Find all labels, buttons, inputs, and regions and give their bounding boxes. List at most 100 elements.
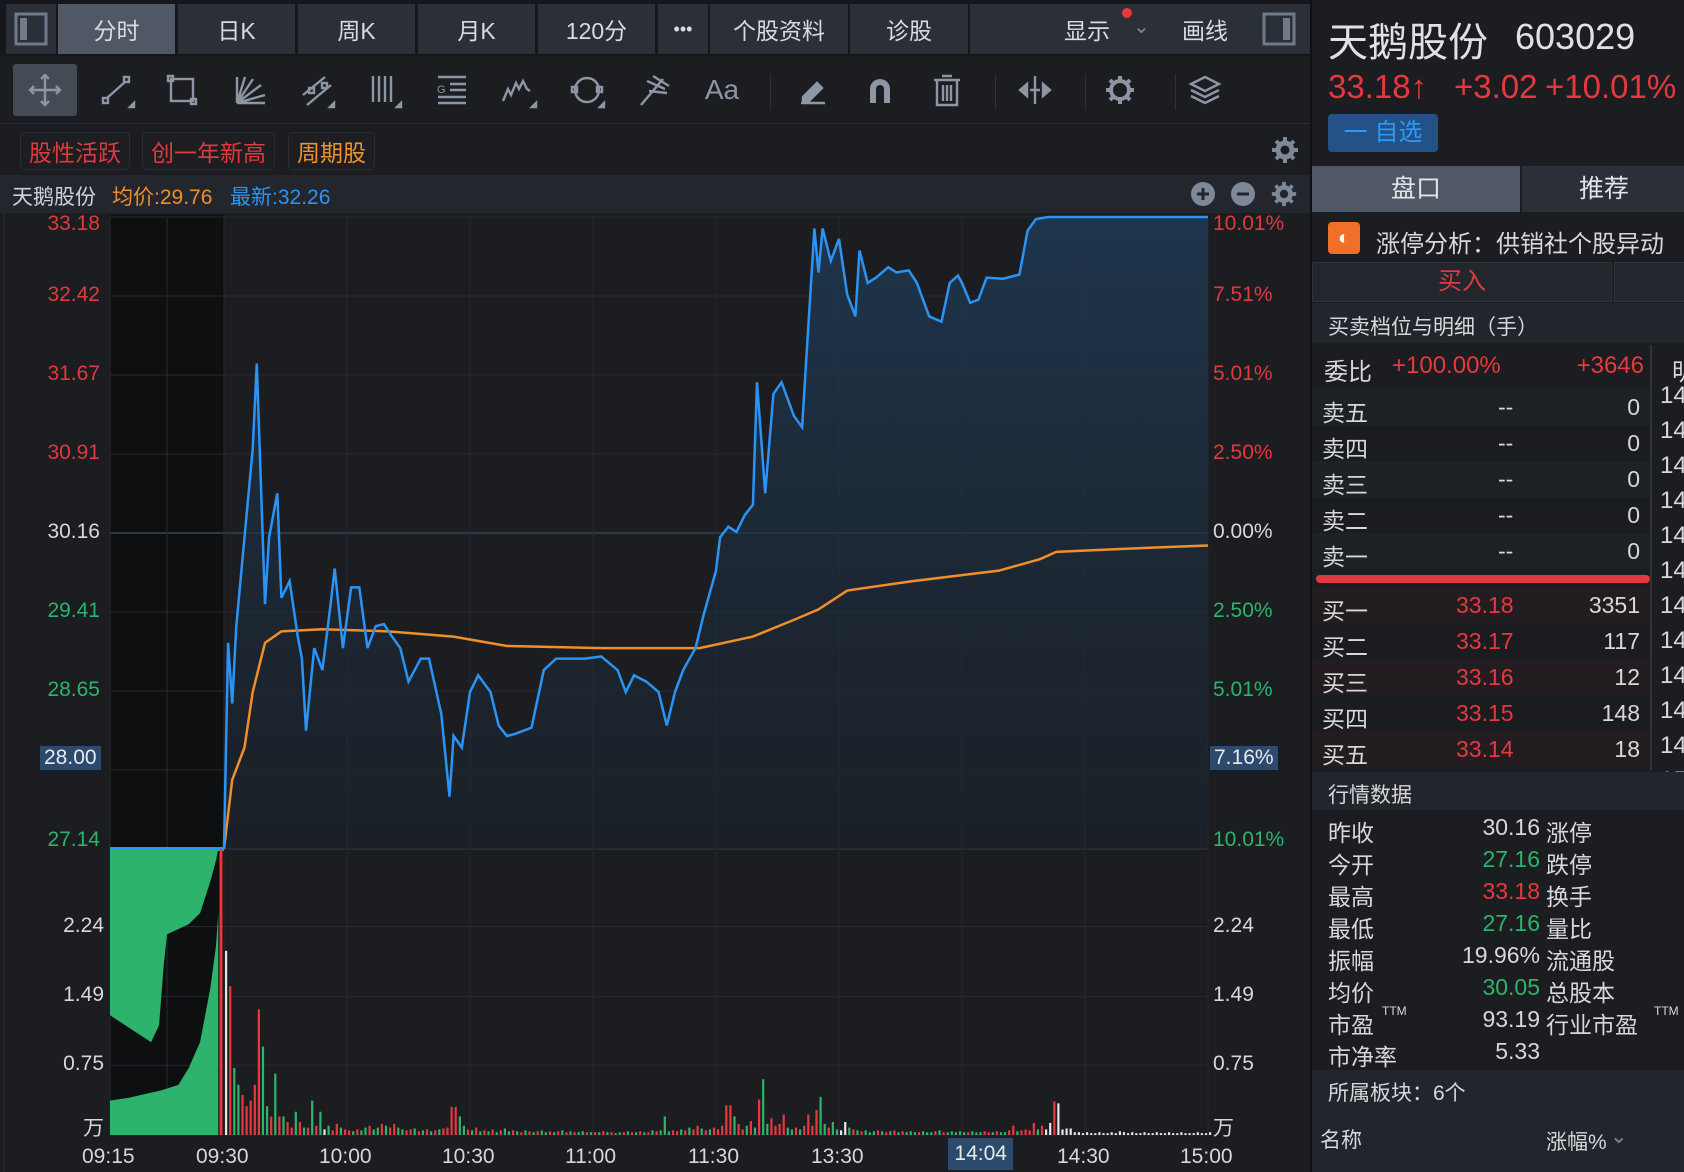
volume-bar xyxy=(1168,1132,1171,1135)
ttm-superscript: TTM xyxy=(1654,1004,1679,1018)
volume-bar xyxy=(257,1009,260,1135)
volume-bar xyxy=(766,1123,769,1135)
volume-bar xyxy=(622,1132,625,1135)
volume-bar xyxy=(241,1095,244,1135)
volume-bar xyxy=(528,1131,531,1135)
tab-recommend[interactable]: 推荐 xyxy=(1522,166,1684,212)
volume-bar xyxy=(233,1068,236,1135)
bid-row[interactable]: 买一 33.18 3351 xyxy=(1312,587,1650,624)
volume-bar xyxy=(532,1132,535,1135)
volume-bar xyxy=(1045,1129,1048,1135)
volume-bar xyxy=(840,1130,843,1135)
volume-bar xyxy=(466,1129,470,1135)
volume-bar xyxy=(536,1131,539,1135)
volume-bar xyxy=(844,1121,847,1135)
sector-title[interactable]: 所属板块：6个 xyxy=(1328,1077,1466,1107)
market-label: 昨收 xyxy=(1328,820,1374,846)
volume-bar xyxy=(872,1131,875,1135)
market-data-header: 行情数据 xyxy=(1312,772,1684,810)
ask-row[interactable]: 卖三 -- 0 xyxy=(1312,461,1650,498)
volume-bar xyxy=(1036,1129,1039,1135)
volume-bar xyxy=(1094,1133,1097,1135)
volume-bar xyxy=(602,1131,605,1135)
volume-bar xyxy=(688,1127,691,1135)
buy-tab[interactable]: 买入 xyxy=(1312,262,1612,302)
volume-bar xyxy=(1090,1133,1093,1135)
volume-bar xyxy=(614,1133,617,1135)
ask-row[interactable]: 卖四 -- 0 xyxy=(1312,425,1650,462)
volume-bar xyxy=(405,1130,408,1135)
volume-bar xyxy=(971,1131,974,1135)
volume-bar xyxy=(827,1127,830,1135)
ask-row[interactable]: 卖二 -- 0 xyxy=(1312,497,1650,534)
market-label-2: 总股本 xyxy=(1546,980,1615,1006)
tab-orderbook[interactable]: 盘口 xyxy=(1312,166,1520,212)
bid-row[interactable]: 买二 33.17 117 xyxy=(1312,623,1650,660)
sell-tab[interactable] xyxy=(1614,262,1684,302)
volume-bar xyxy=(1122,1132,1126,1135)
market-label-2: 行业市盈 xyxy=(1546,1012,1638,1038)
volume-bar xyxy=(409,1129,412,1135)
market-label: 市净率 xyxy=(1328,1044,1397,1070)
volume-bar xyxy=(352,1131,355,1135)
volume-bar xyxy=(1204,1133,1208,1135)
volume-bar xyxy=(1200,1133,1203,1135)
trade-detail-time: 14 xyxy=(1660,697,1684,724)
volume-bar xyxy=(589,1132,593,1135)
volume-bar xyxy=(278,1116,281,1135)
volume-bar xyxy=(237,1084,240,1135)
volume-bar xyxy=(639,1131,642,1135)
volume-bar xyxy=(544,1132,547,1135)
volume-bar xyxy=(1127,1133,1130,1135)
volume-bar xyxy=(245,1106,248,1135)
bid-price: 33.15 xyxy=(1456,700,1514,726)
bid-price: 33.17 xyxy=(1456,628,1514,654)
sort-chevron-icon[interactable]: ⌄ xyxy=(1610,1124,1628,1149)
volume-bar xyxy=(852,1129,855,1135)
trade-detail-time: 14 xyxy=(1660,732,1684,759)
volume-bar xyxy=(909,1131,912,1135)
sector-col-name[interactable]: 名称 xyxy=(1320,1124,1362,1154)
market-label-2: 流通股 xyxy=(1546,948,1615,974)
volume-bar xyxy=(692,1129,695,1135)
volume-bar xyxy=(516,1131,519,1135)
volume-bar xyxy=(1114,1133,1117,1135)
volume-bar xyxy=(934,1131,937,1135)
ask-row[interactable]: 卖一 -- 0 xyxy=(1312,533,1650,570)
sector-col-pct[interactable]: 涨幅% xyxy=(1546,1126,1607,1156)
intraday-chart[interactable] xyxy=(0,0,1310,1172)
volume-bar xyxy=(835,1129,839,1135)
volume-bar xyxy=(913,1132,916,1135)
volume-bar xyxy=(475,1127,478,1135)
remove-watchlist-button[interactable]: 一 自选 xyxy=(1328,114,1438,152)
volume-bar xyxy=(425,1129,429,1135)
volume-bar xyxy=(786,1127,789,1135)
volume-bar xyxy=(434,1130,437,1135)
volume-bar xyxy=(635,1132,638,1135)
volume-bar xyxy=(348,1130,351,1135)
volume-bar xyxy=(999,1132,1003,1135)
volume-bar xyxy=(1131,1132,1134,1135)
volume-bar xyxy=(1147,1133,1150,1135)
volume-bar xyxy=(397,1127,400,1135)
volume-bar xyxy=(1176,1133,1179,1135)
market-label: 最高 xyxy=(1328,884,1374,910)
volume-bar xyxy=(983,1131,986,1135)
ask-row[interactable]: 卖五 -- 0 xyxy=(1312,389,1650,426)
volume-bar xyxy=(577,1132,580,1135)
limit-analysis-link[interactable]: 涨停分析：供销社个股异动 xyxy=(1376,224,1664,259)
bid-row[interactable]: 买五 33.14 18 xyxy=(1312,731,1650,768)
volume-bar xyxy=(1110,1132,1113,1135)
market-value: 30.16 xyxy=(1482,814,1540,840)
bid-row[interactable]: 买四 33.15 148 xyxy=(1312,695,1650,732)
volume-bar xyxy=(643,1132,646,1135)
volume-bar xyxy=(864,1130,867,1135)
bid-row[interactable]: 买三 33.16 12 xyxy=(1312,659,1650,696)
volume-bar xyxy=(733,1116,736,1135)
volume-bar xyxy=(499,1130,502,1135)
ask-level: 卖三 xyxy=(1322,472,1368,498)
volume-bar xyxy=(573,1132,576,1135)
bid-price: 33.16 xyxy=(1456,664,1514,690)
market-label: 最低 xyxy=(1328,916,1374,942)
volume-bar xyxy=(1081,1133,1085,1135)
